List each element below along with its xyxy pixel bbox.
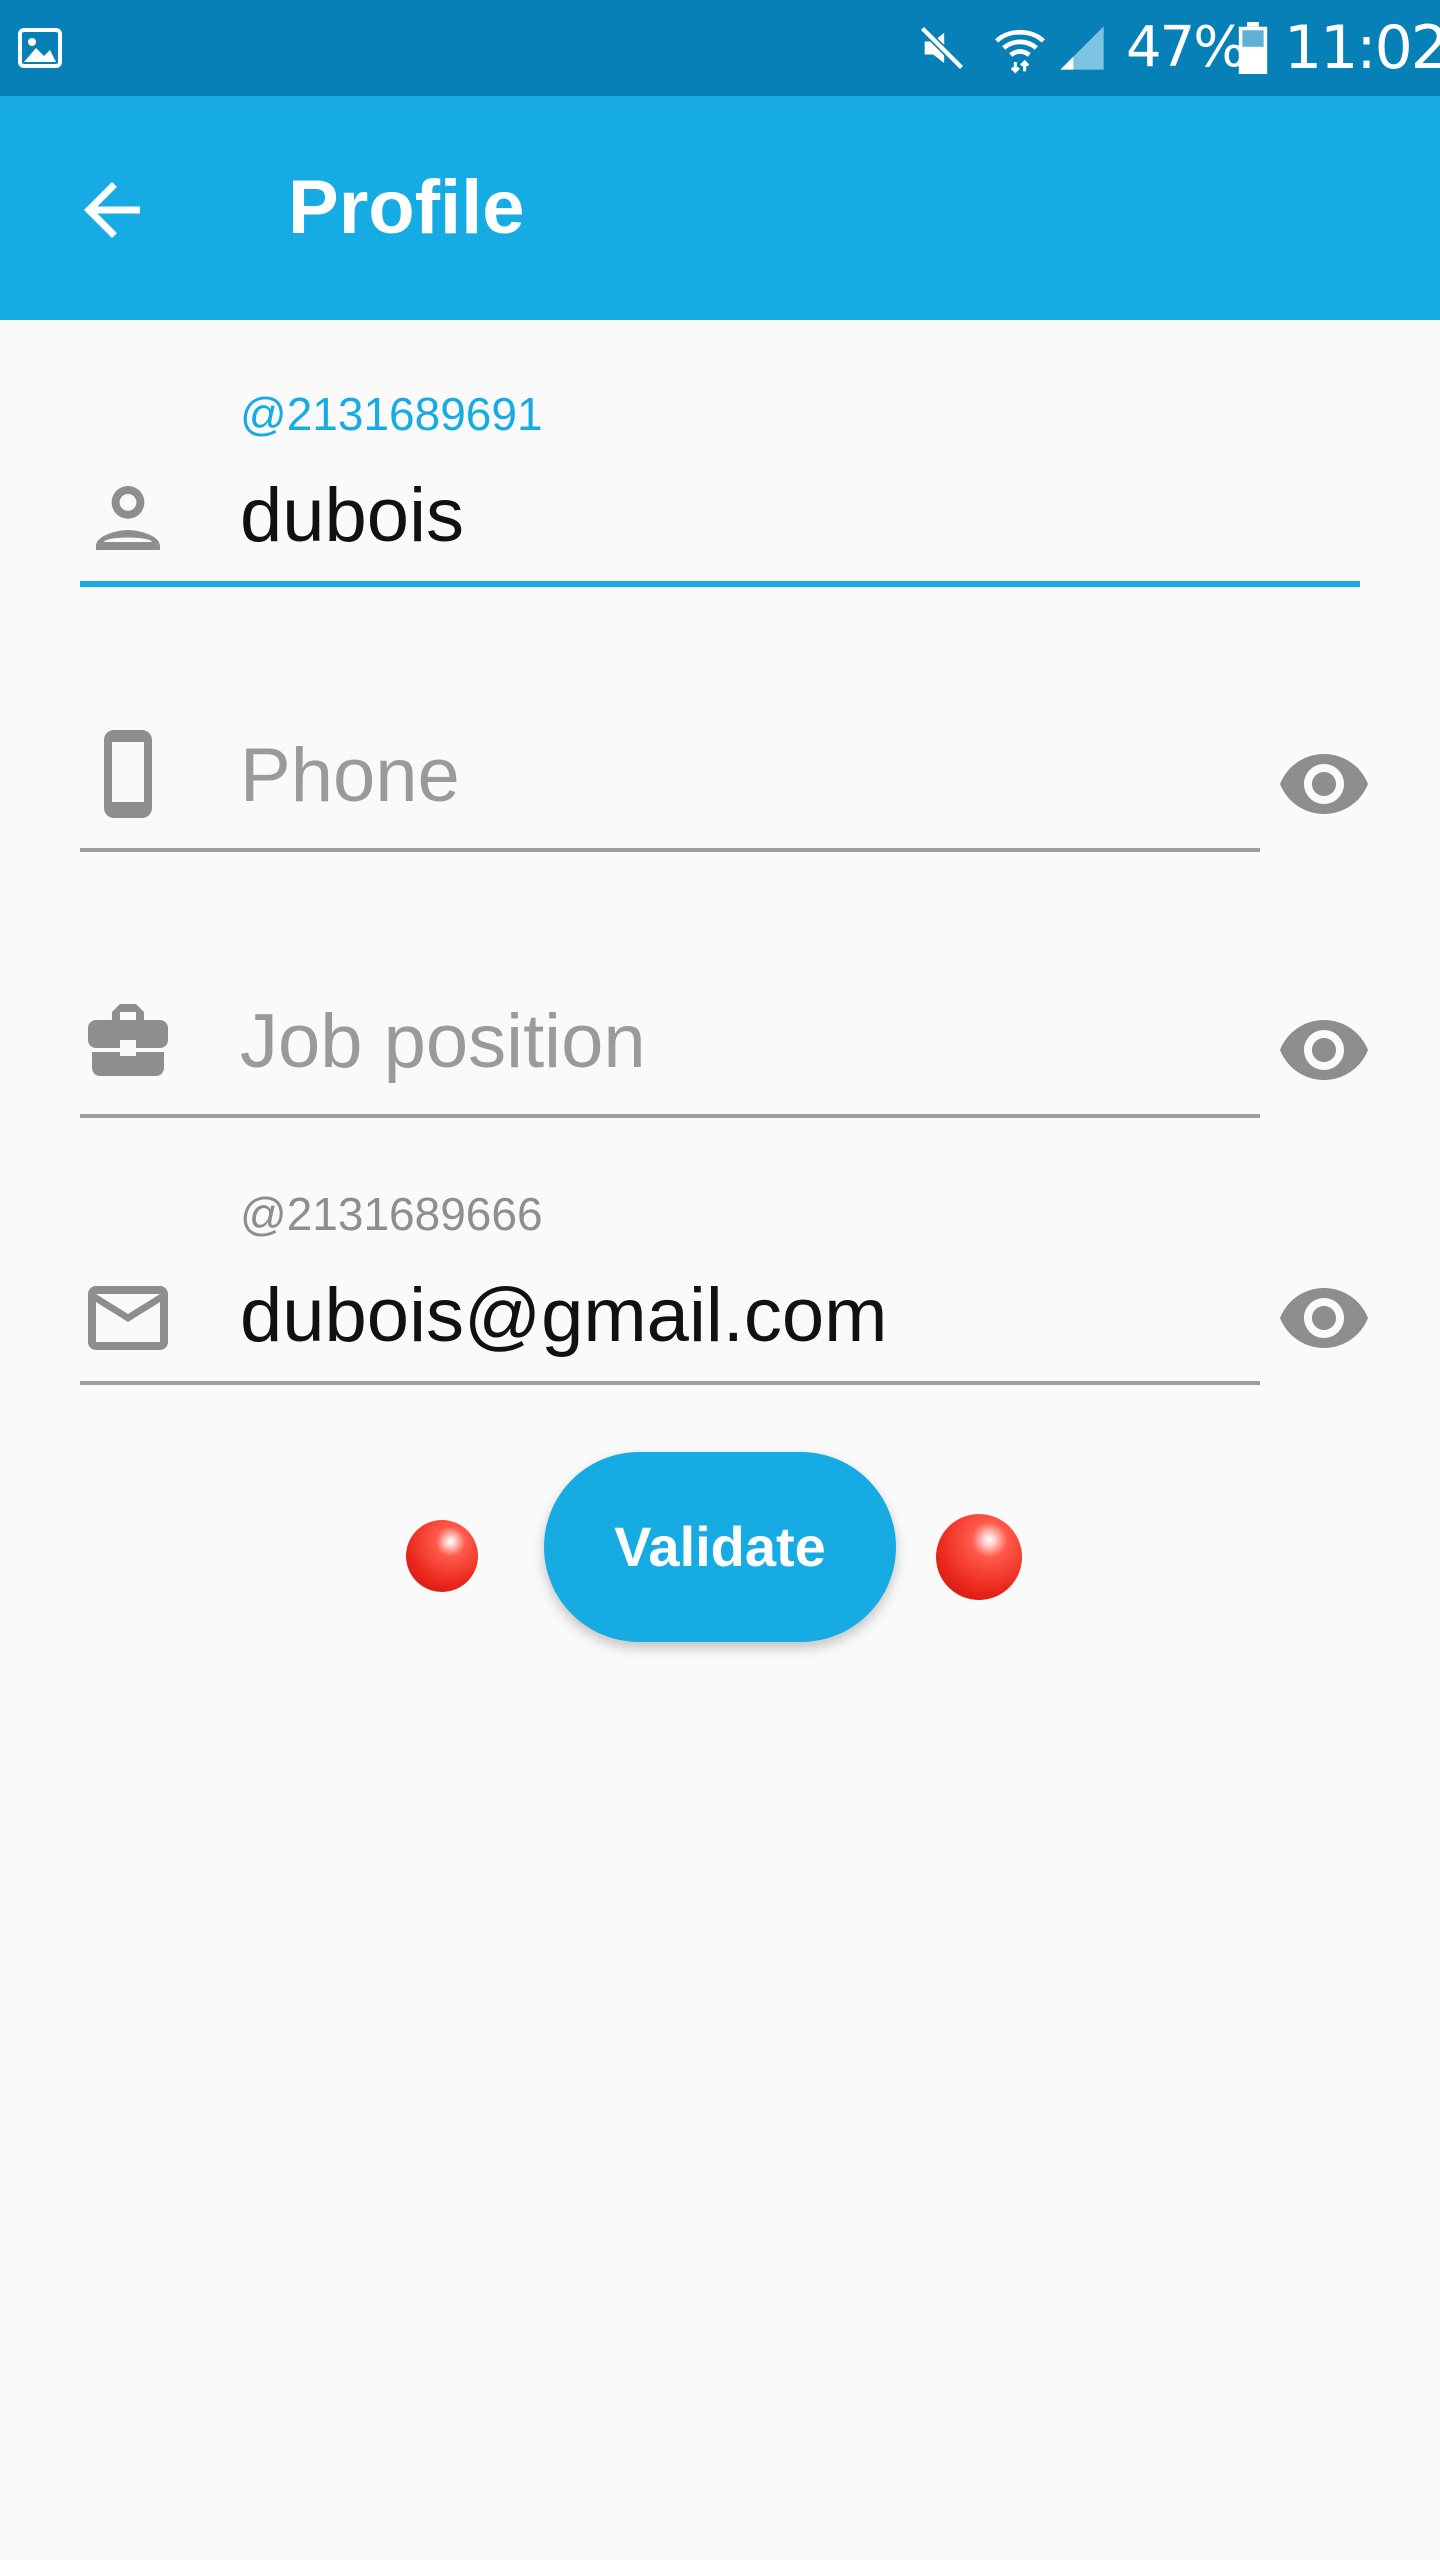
signal-icon bbox=[1060, 26, 1104, 70]
status-bar: 47% 11:02 bbox=[0, 0, 1440, 96]
battery-icon bbox=[1238, 22, 1268, 74]
name-underline bbox=[80, 581, 1360, 587]
clock: 11:02 bbox=[1284, 13, 1440, 83]
validate-button[interactable]: Validate bbox=[544, 1452, 896, 1642]
eye-icon[interactable] bbox=[1276, 736, 1372, 832]
battery-percent: 47% bbox=[1126, 15, 1246, 80]
job-underline bbox=[80, 1114, 1260, 1118]
email-underline bbox=[80, 1381, 1260, 1385]
eye-icon[interactable] bbox=[1276, 1270, 1372, 1366]
name-input[interactable]: dubois bbox=[240, 468, 464, 564]
name-helper-text: @2131689691 bbox=[240, 388, 543, 440]
phone-field[interactable]: Phone bbox=[0, 700, 1440, 860]
mail-icon bbox=[88, 1286, 168, 1350]
briefcase-icon bbox=[88, 1004, 168, 1076]
name-field[interactable]: @2131689691 dubois bbox=[0, 380, 1440, 600]
red-dot-right bbox=[936, 1514, 1022, 1600]
back-arrow-icon[interactable] bbox=[70, 168, 154, 252]
phone-input[interactable]: Phone bbox=[240, 728, 460, 824]
email-field[interactable]: @2131689666 dubois@gmail.com bbox=[0, 1180, 1440, 1400]
job-input[interactable]: Job position bbox=[240, 994, 646, 1090]
red-dot-left bbox=[406, 1520, 478, 1592]
phone-underline bbox=[80, 848, 1260, 852]
wifi-icon bbox=[995, 29, 1045, 74]
email-input[interactable]: dubois@gmail.com bbox=[240, 1268, 887, 1364]
email-helper-text: @2131689666 bbox=[240, 1188, 543, 1240]
phone-icon bbox=[104, 730, 152, 818]
job-field[interactable]: Job position bbox=[0, 966, 1440, 1126]
app-bar: Profile bbox=[0, 96, 1440, 320]
page-title: Profile bbox=[288, 165, 525, 250]
gallery-icon bbox=[18, 28, 62, 68]
person-icon bbox=[96, 486, 160, 550]
eye-icon[interactable] bbox=[1276, 1002, 1372, 1098]
mute-icon bbox=[919, 25, 965, 71]
